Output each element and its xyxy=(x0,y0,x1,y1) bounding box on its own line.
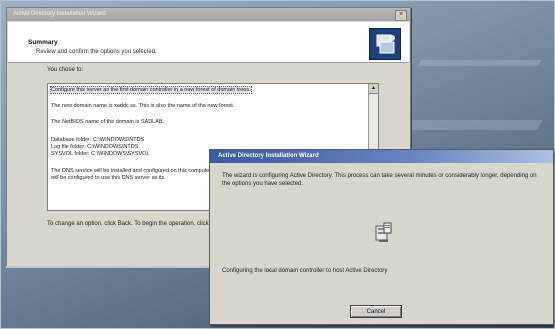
scroll-up-icon[interactable]: ▲ xyxy=(369,84,378,94)
cancel-button[interactable]: Cancel xyxy=(350,305,402,318)
progress-message: The wizard is configuring Active Directo… xyxy=(222,173,537,187)
summary-line: Configure this server as the first domai… xyxy=(50,86,252,94)
desktop-streak xyxy=(418,60,542,66)
change-option-hint: To change an option, click Back. To begi… xyxy=(47,221,225,227)
summary-line: Database folder: C:\WINDOWS\NTDS xyxy=(51,137,145,143)
summary-dialog-title: Active Directory Installation Wizard xyxy=(13,11,106,17)
summary-line: SYSVOL folder: C:\WINDOWS\SYSVOL xyxy=(51,151,150,157)
close-button[interactable]: × xyxy=(395,10,407,21)
page-title: Summary xyxy=(28,39,58,46)
summary-line: The new domain name is xaddc.ss. This is… xyxy=(51,103,235,109)
page-subtitle: Review and confirm the options you selec… xyxy=(36,49,157,55)
summary-line: Log file folder: C:\WINDOWS\NTDS xyxy=(51,144,139,150)
summary-line: The DNS service will be installed and co… xyxy=(51,168,213,174)
desktop-streak xyxy=(397,120,543,130)
wizard-header: Summary Review and confirm the options y… xyxy=(8,22,409,63)
options-label-wrap: You chose to: xyxy=(47,67,385,73)
progress-dialog-titlebar[interactable]: Active Directory Installation Wizard xyxy=(210,150,553,163)
dialog-bottom-edge xyxy=(6,266,209,268)
close-icon: × xyxy=(398,11,404,18)
options-label: You chose to: xyxy=(47,67,84,73)
summary-line: will be configured to use this DNS serve… xyxy=(51,175,165,181)
progress-dialog: Active Directory Installation Wizard The… xyxy=(209,149,554,325)
wizard-server-icon xyxy=(373,222,393,244)
progress-dialog-title: Active Directory Installation Wizard xyxy=(218,153,319,159)
summary-line: The NetBIOS name of the domain is SADLAB… xyxy=(51,119,165,125)
wizard-logo-icon xyxy=(369,28,401,60)
progress-status: Configuring the local domain controller … xyxy=(222,268,388,274)
summary-dialog-titlebar[interactable]: Active Directory Installation Wizard × xyxy=(7,8,410,21)
